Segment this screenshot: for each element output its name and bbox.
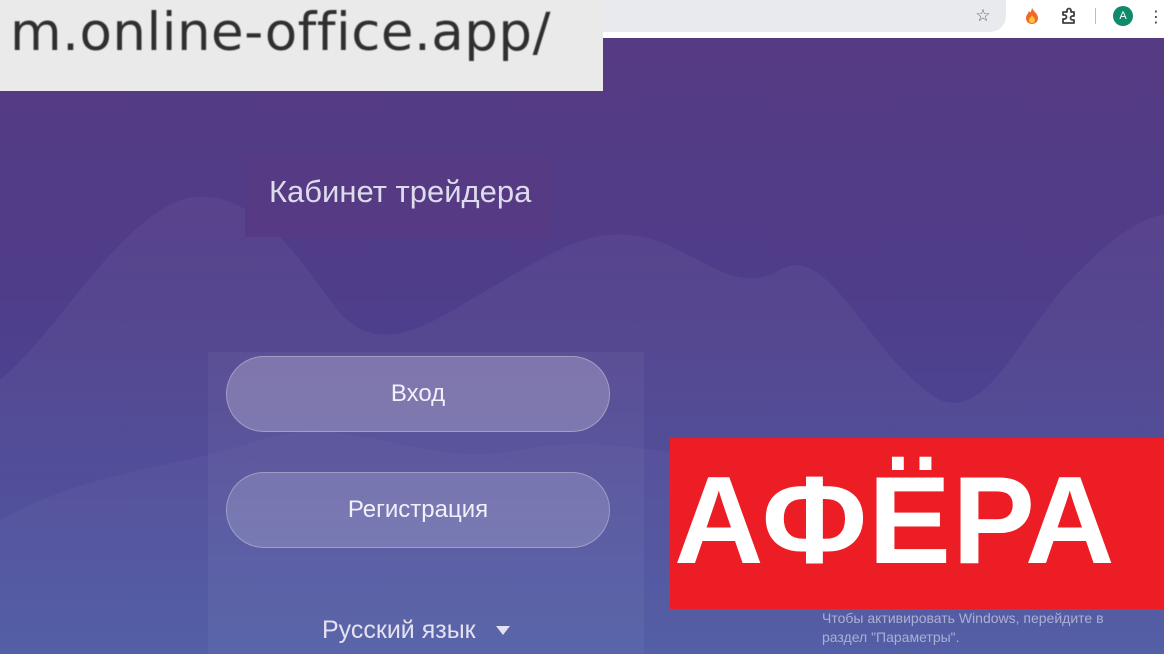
register-button[interactable]: Регистрация bbox=[226, 472, 610, 548]
scam-warning-banner: АФЁРА bbox=[670, 438, 1164, 609]
address-bar[interactable] bbox=[560, 0, 1006, 32]
language-label: Русский язык bbox=[322, 615, 476, 644]
caret-down-icon bbox=[495, 625, 510, 635]
scam-warning-text: АФЁРА bbox=[674, 452, 1116, 590]
zoomed-url-text: m.online-office.app/ bbox=[10, 2, 551, 63]
watermark-line-1: Чтобы активировать Windows, перейдите в bbox=[822, 610, 1104, 626]
puzzle-icon[interactable] bbox=[1058, 5, 1080, 27]
star-icon[interactable]: ☆ bbox=[972, 5, 994, 27]
zoomed-url-callout: m.online-office.app/ bbox=[0, 0, 603, 91]
screen: ☆ A ⋮ m.online-office.app/ Кабинет трейд… bbox=[0, 0, 1164, 654]
profile-avatar[interactable]: A bbox=[1113, 6, 1133, 26]
language-selector[interactable]: Русский язык bbox=[322, 613, 510, 647]
kebab-menu-icon[interactable]: ⋮ bbox=[1148, 5, 1164, 27]
watermark-line-2: раздел "Параметры". bbox=[822, 629, 960, 645]
page-title: Кабинет трейдера bbox=[269, 174, 532, 209]
flame-extension-icon[interactable] bbox=[1021, 5, 1043, 27]
toolbar-divider bbox=[1095, 8, 1096, 24]
login-button[interactable]: Вход bbox=[226, 356, 610, 432]
windows-activation-watermark: Чтобы активировать Windows, перейдите в … bbox=[822, 609, 1152, 647]
